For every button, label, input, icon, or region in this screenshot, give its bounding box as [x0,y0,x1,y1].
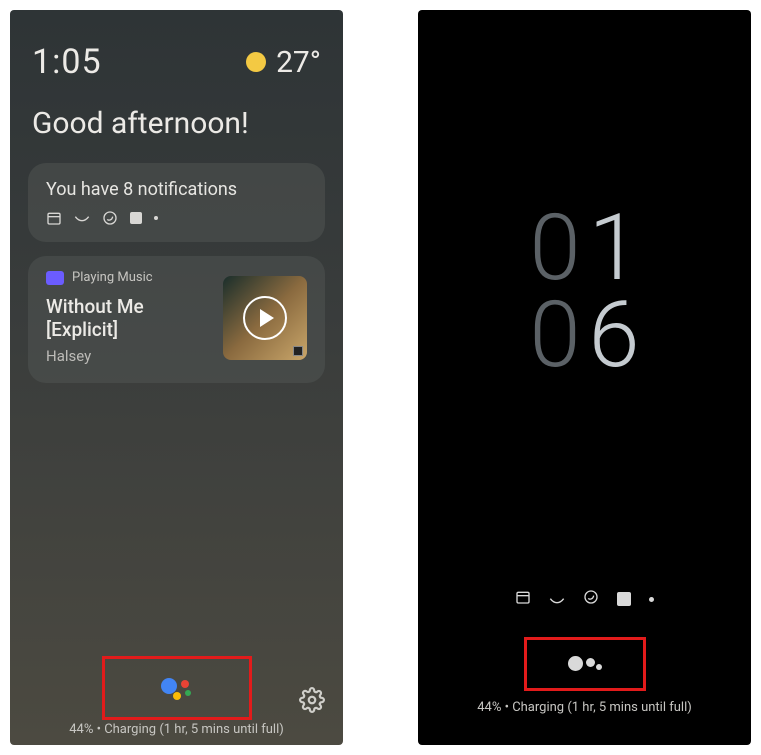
whatsapp-icon [583,589,599,609]
assistant-dot-icon [185,690,191,696]
whatsapp-icon [102,210,118,226]
charging-status: 44% • Charging (1 hr, 5 mins until full) [418,700,751,715]
weather-sun-icon [246,52,266,72]
gear-icon [299,687,325,713]
notifications-card[interactable]: You have 8 notifications [28,163,325,242]
clock-minute-ones: 6 [589,292,640,379]
assistant-button-highlight [102,656,252,720]
assistant-button-highlight [524,637,646,691]
explicit-badge-icon [293,346,303,356]
now-playing-card[interactable]: Playing Music Without Me [Explicit] Hals… [28,256,325,383]
track-title: Without Me [Explicit] [46,295,211,341]
assistant-dot-icon [586,658,595,667]
amazon-icon [549,590,565,609]
assistant-ambient-screen: 1:05 27° Good afternoon! You have 8 noti… [10,10,343,745]
calendar-icon [515,589,531,609]
album-art[interactable] [223,276,307,360]
weather-widget[interactable]: 27° [246,45,321,80]
aod-clock: 0 1 0 6 [418,205,751,380]
assistant-dot-icon [173,692,181,700]
status-row: 1:05 27° [10,10,343,82]
settings-button[interactable] [299,687,325,713]
assistant-dot-icon [181,680,189,688]
notifications-title: You have 8 notifications [46,179,307,200]
clock-minute-tens: 0 [529,292,580,379]
track-artist: Halsey [46,347,211,365]
clock-hour-ones: 1 [589,205,640,292]
assistant-dot-icon [596,664,602,670]
more-indicator-icon [649,597,654,602]
clock-time: 1:05 [32,42,102,82]
google-assistant-button[interactable] [159,670,195,706]
music-source-row: Playing Music [46,270,211,285]
temperature-value: 27° [276,45,321,80]
amazon-icon [74,210,90,226]
app-icon [130,212,142,224]
calendar-icon [46,210,62,226]
play-icon[interactable] [242,295,288,341]
greeting-text: Good afternoon! [10,82,343,141]
more-indicator-icon [154,216,158,220]
music-app-icon [46,271,64,285]
notification-app-icons [46,210,307,226]
music-metadata: Playing Music Without Me [Explicit] Hals… [46,270,211,365]
always-on-display-screen: 0 1 0 6 44% • Charging (1 hr, 5 mins unt… [418,10,751,745]
charging-status: 44% • Charging (1 hr, 5 mins until full) [10,722,343,737]
google-assistant-button[interactable] [568,650,602,678]
clock-hour-tens: 0 [529,205,580,292]
app-icon [617,592,631,606]
music-source-label: Playing Music [72,270,153,285]
bottom-bar: 44% • Charging (1 hr, 5 mins until full) [10,656,343,737]
aod-notification-icons [418,589,751,609]
assistant-dot-icon [568,656,583,671]
